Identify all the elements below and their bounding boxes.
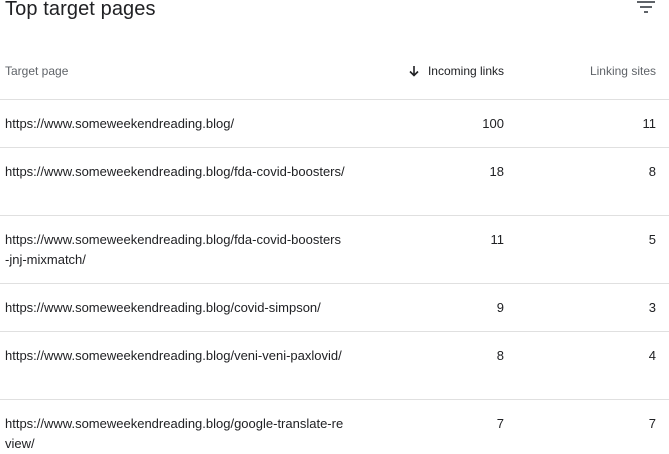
target-page-url: https://www.someweekendreading.blog/veni… <box>5 348 342 363</box>
incoming-links-count: 9 <box>496 300 504 315</box>
linking-sites-count: 5 <box>648 232 656 247</box>
table-header: Target page Incoming links Linking sites <box>0 52 669 100</box>
incoming-links-count: 7 <box>496 416 504 431</box>
incoming-links-count: 11 <box>490 232 505 247</box>
linking-sites-count: 11 <box>642 116 657 131</box>
target-page-url: https://www.someweekendreading.blog/fda-… <box>5 164 345 179</box>
incoming-links-count: 100 <box>482 116 504 131</box>
table-row[interactable]: https://www.someweekendreading.blog/goog… <box>0 400 669 452</box>
incoming-links-count: 18 <box>489 164 504 179</box>
linking-sites-count: 4 <box>648 348 656 363</box>
target-page-url: https://www.someweekendreading.blog/covi… <box>5 300 321 315</box>
incoming-links-count: 8 <box>496 348 504 363</box>
linking-sites-count: 3 <box>648 300 656 315</box>
column-header-target-page[interactable]: Target page <box>5 64 68 78</box>
column-header-incoming-links[interactable]: Incoming links <box>408 64 504 78</box>
incoming-links-label: Incoming links <box>427 64 504 78</box>
table-row[interactable]: https://www.someweekendreading.blog/fda-… <box>0 216 669 284</box>
column-header-linking-sites[interactable]: Linking sites <box>590 64 656 78</box>
table-row[interactable]: https://www.someweekendreading.blog/veni… <box>0 332 669 400</box>
target-page-url: https://www.someweekendreading.blog/goog… <box>5 416 344 451</box>
arrow-down-icon <box>409 66 419 77</box>
table-row[interactable]: https://www.someweekendreading.blog/ 100… <box>0 100 669 148</box>
target-page-url: https://www.someweekendreading.blog/ <box>5 116 235 131</box>
target-page-url: https://www.someweekendreading.blog/fda-… <box>5 232 342 267</box>
linking-sites-count: 7 <box>648 416 656 431</box>
linking-sites-count: 8 <box>648 164 656 179</box>
filter-list-icon[interactable] <box>636 0 656 14</box>
table-row[interactable]: https://www.someweekendreading.blog/fda-… <box>0 148 669 216</box>
table-row[interactable]: https://www.someweekendreading.blog/covi… <box>0 284 669 332</box>
card-title: Top target pages <box>5 0 156 20</box>
